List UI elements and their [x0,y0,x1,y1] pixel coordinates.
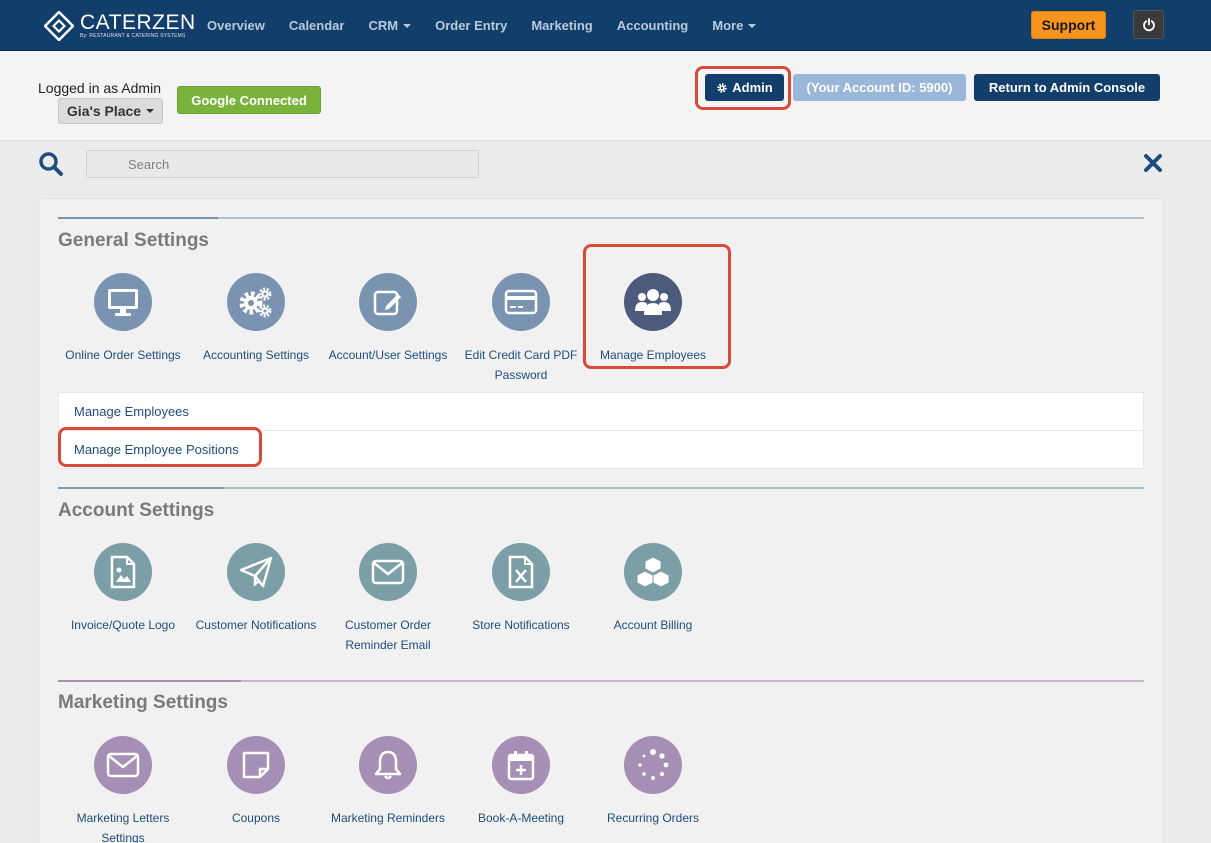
tile-label: Marketing Letters Settings [76,811,170,843]
tile-label: Book-A-Meeting [477,811,565,825]
nav-accounting-label: Accounting [616,17,689,33]
nav-calendar[interactable]: Calendar [277,18,357,33]
envelope-icon [359,543,417,601]
caterzen-logo[interactable]: CATERZEN By: RESTAURANT & CATERING SYSTE… [44,10,196,42]
paper-plane-icon [227,543,285,601]
logo-mark-icon [44,11,74,41]
google-connected-button[interactable]: Google Connected [177,86,321,114]
submenu-manage-employee-positions[interactable]: Manage Employee Positions [59,431,1143,469]
main-nav: Overview Calendar CRM Order Entry Market… [195,0,768,50]
nav-crm[interactable]: CRM [356,18,423,33]
support-button[interactable]: Support [1031,11,1106,39]
nav-order-entry-label: Order Entry [435,17,508,33]
tile-label: Manage Employees [599,348,707,362]
credit-card-icon [492,273,550,331]
tile-coupons[interactable]: Coupons [191,736,321,828]
logout-button[interactable] [1133,10,1164,39]
tile-manage-employees[interactable]: Manage Employees [588,273,718,365]
submenu-manage-employees[interactable]: Manage Employees [59,393,1143,431]
top-navbar: CATERZEN By: RESTAURANT & CATERING SYSTE… [0,0,1211,51]
users-icon [624,273,682,331]
tile-account-billing[interactable]: Account Billing [588,543,718,635]
tile-marketing-reminders[interactable]: Marketing Reminders [323,736,453,828]
admin-label: Admin [732,80,773,95]
sticky-note-icon [227,736,285,794]
tile-label: Store Notifications [472,618,570,632]
brand-tagline: By: RESTAURANT & CATERING SYSTEMS [80,33,186,39]
search-input[interactable] [86,150,479,178]
tile-label: Edit Credit Card PDF Password [464,348,578,382]
account-id-button[interactable]: (Your Account ID: 5900) [793,74,966,101]
nav-order-entry[interactable]: Order Entry [423,18,519,33]
nav-marketing[interactable]: Marketing [519,18,604,33]
tile-label: Accounting Settings [202,348,310,362]
account-section-line [58,487,1144,489]
power-icon [1142,17,1155,31]
marketing-section-line [58,680,1144,682]
image-file-icon [94,543,152,601]
tile-recurring-orders[interactable]: Recurring Orders [588,736,718,828]
nav-crm-label: CRM [368,17,399,33]
nav-more-label: More [712,17,744,33]
nav-calendar-label: Calendar [288,17,345,33]
tile-account-user-settings[interactable]: Account/User Settings [323,273,453,365]
tile-label: Customer Order Reminder Email [344,618,432,652]
gear-icon [717,82,727,93]
marketing-settings-title: Marketing Settings [58,692,228,713]
calendar-plus-icon [492,736,550,794]
account-settings-title: Account Settings [58,500,215,521]
envelope-icon [94,736,152,794]
cubes-icon [624,543,682,601]
gears-icon [227,273,285,331]
excel-file-icon [492,543,550,601]
tile-label: Recurring Orders [606,811,700,825]
nav-overview[interactable]: Overview [195,18,277,33]
general-section-line [58,217,1144,219]
admin-button[interactable]: Admin [705,74,784,101]
employees-submenu: Manage Employees Manage Employee Positio… [58,392,1144,469]
tile-label: Invoice/Quote Logo [70,618,176,632]
bell-icon [359,736,417,794]
tile-label: Online Order Settings [65,348,181,362]
place-label: Gia's Place [66,103,142,119]
close-icon[interactable] [1143,153,1163,173]
tile-customer-order-reminder-email[interactable]: Customer Order Reminder Email [323,543,453,655]
tile-label: Marketing Reminders [330,811,446,825]
general-settings-title: General Settings [58,230,209,251]
tile-accounting-settings[interactable]: Accounting Settings [191,273,321,365]
tile-marketing-letters-settings[interactable]: Marketing Letters Settings [58,736,188,843]
place-dropdown[interactable]: Gia's Place [58,98,163,124]
caret-down-icon [403,24,412,29]
monitor-icon [94,273,152,331]
tile-book-a-meeting[interactable]: Book-A-Meeting [456,736,586,828]
tile-invoice-quote-logo[interactable]: Invoice/Quote Logo [58,543,188,635]
nav-marketing-label: Marketing [531,17,593,33]
tile-label: Account/User Settings [328,348,448,362]
tile-label: Account Billing [613,618,693,632]
edit-icon [359,273,417,331]
tile-edit-credit-card-pdf-password[interactable]: Edit Credit Card PDF Password [456,273,586,385]
tile-customer-notifications[interactable]: Customer Notifications [191,543,321,635]
tile-label: Coupons [231,811,281,825]
caret-down-icon [748,24,757,29]
tile-label: Customer Notifications [195,618,317,632]
search-icon[interactable] [38,151,64,177]
brand-name: CATERZEN [80,11,196,34]
tile-online-order-settings[interactable]: Online Order Settings [58,273,188,365]
nav-more[interactable]: More [700,18,768,33]
tile-store-notifications[interactable]: Store Notifications [456,543,586,635]
spinner-icon [624,736,682,794]
caret-down-icon [146,109,155,113]
logged-in-text: Logged in as Admin [38,80,161,96]
return-admin-console-button[interactable]: Return to Admin Console [974,74,1160,101]
nav-overview-label: Overview [207,17,265,33]
nav-accounting[interactable]: Accounting [605,18,701,33]
